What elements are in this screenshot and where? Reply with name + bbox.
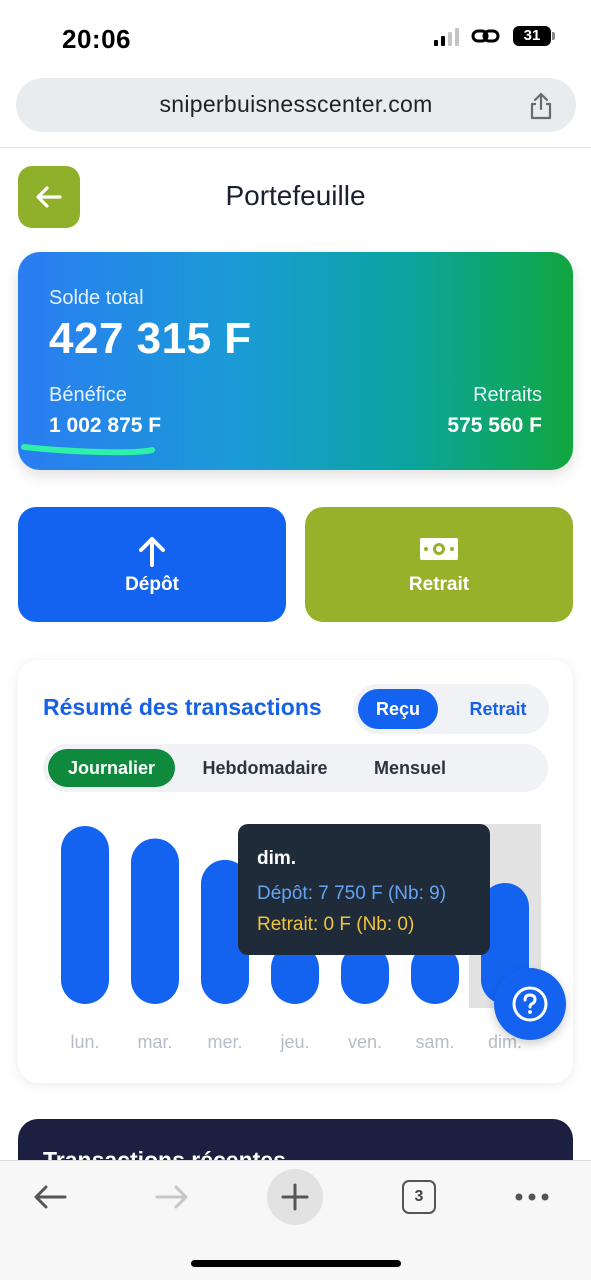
- retraits-value: 575 560 F: [447, 414, 542, 437]
- tab-count: 3: [402, 1180, 436, 1214]
- tooltip-depot: Dépôt: 7 750 F (Nb: 9): [257, 883, 447, 904]
- chart-label-mar: mar.: [137, 1032, 172, 1052]
- money-bill-icon: [420, 538, 458, 560]
- status-bar: 20:06 31: [0, 0, 591, 70]
- question-icon: [512, 986, 548, 1022]
- home-indicator: [191, 1260, 401, 1267]
- type-toggle: Reçu Retrait: [353, 684, 549, 734]
- toggle-retrait[interactable]: Retrait: [453, 689, 543, 729]
- tab-mensuel[interactable]: Mensuel: [355, 749, 465, 787]
- chart-bar-mar[interactable]: [131, 838, 179, 1004]
- highlight-stroke: [21, 444, 155, 456]
- retrait-button[interactable]: Retrait: [305, 507, 573, 622]
- chart-tooltip: dim. Dépôt: 7 750 F (Nb: 9) Retrait: 0 F…: [238, 824, 490, 955]
- chart-label-ven: ven.: [348, 1032, 382, 1052]
- total-balance-value: 427 315 F: [49, 314, 252, 363]
- url-bar[interactable]: sniperbuisnesscenter.com: [16, 78, 576, 132]
- retrait-label: Retrait: [408, 574, 470, 595]
- chart-label-jeu: jeu.: [279, 1032, 309, 1052]
- toggle-recu[interactable]: Reçu: [358, 689, 438, 729]
- period-tabs: Journalier Hebdomadaire Mensuel: [43, 744, 548, 792]
- chart-label-mer: mer.: [207, 1032, 242, 1052]
- tab-journalier[interactable]: Journalier: [48, 749, 175, 787]
- tabs-button[interactable]: 3: [400, 1175, 438, 1219]
- signal-icon: [434, 26, 459, 46]
- browser-back-button[interactable]: [28, 1175, 72, 1219]
- total-balance-label: Solde total: [49, 287, 144, 309]
- help-button[interactable]: [494, 968, 566, 1040]
- more-dots-icon: [515, 1193, 549, 1201]
- divider: [0, 147, 591, 148]
- status-time: 20:06: [62, 24, 131, 54]
- depot-button[interactable]: Dépôt: [18, 507, 286, 622]
- chart-bar-lun[interactable]: [61, 826, 109, 1004]
- arrow-left-icon: [34, 1185, 67, 1209]
- arrow-right-icon: [155, 1185, 188, 1209]
- benefice-label: Bénéfice: [49, 384, 127, 406]
- arrow-up-icon: [139, 537, 165, 567]
- url-text[interactable]: sniperbuisnesscenter.com: [16, 91, 576, 118]
- link-icon: [471, 29, 500, 43]
- more-menu-button[interactable]: [510, 1175, 554, 1219]
- tooltip-title: dim.: [257, 848, 297, 869]
- summary-title: Résumé des transactions: [43, 694, 322, 720]
- new-tab-button[interactable]: [267, 1169, 323, 1225]
- chart-label-lun: lun.: [70, 1032, 99, 1052]
- balance-card: Solde total 427 315 F Bénéfice 1 002 875…: [18, 252, 573, 470]
- plus-icon: [281, 1183, 309, 1211]
- page-title: Portefeuille: [225, 180, 366, 211]
- battery-icon: 31: [513, 26, 555, 46]
- browser-forward-button[interactable]: [150, 1175, 194, 1219]
- status-icons: 31: [434, 26, 555, 46]
- chart-label-sam: sam.: [415, 1032, 454, 1052]
- depot-label: Dépôt: [125, 574, 179, 595]
- tooltip-retrait: Retrait: 0 F (Nb: 0): [257, 914, 415, 935]
- tab-hebdomadaire[interactable]: Hebdomadaire: [185, 749, 345, 787]
- share-icon[interactable]: [528, 92, 554, 120]
- benefice-value: 1 002 875 F: [49, 414, 162, 437]
- retraits-label: Retraits: [473, 384, 542, 406]
